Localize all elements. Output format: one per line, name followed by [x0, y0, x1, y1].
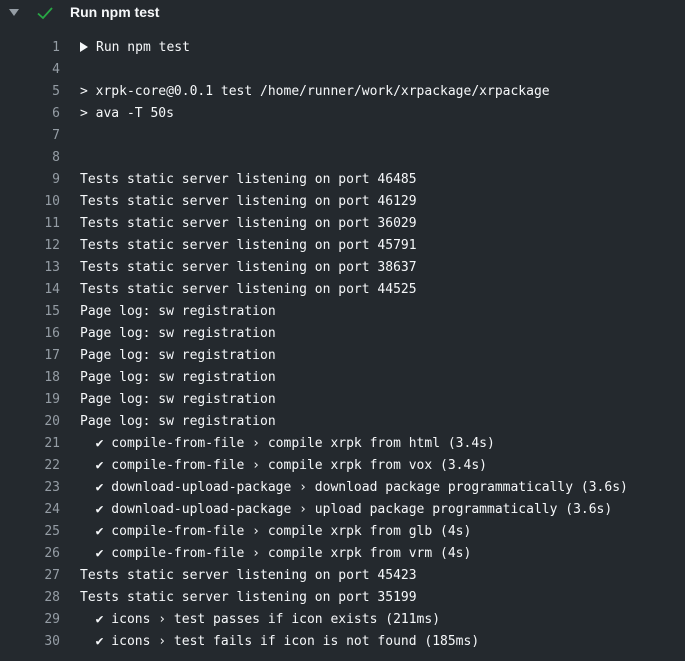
line-text: ✔ compile-from-file › compile xrpk from … [80, 458, 487, 473]
line-text: Page log: sw registration [80, 414, 276, 429]
log-line: 26 ✔ compile-from-file › compile xrpk fr… [0, 543, 685, 565]
log-line: 16 Page log: sw registration [0, 323, 685, 345]
log-line: 9 Tests static server listening on port 4… [0, 169, 685, 191]
line-number[interactable]: 28 [0, 587, 60, 609]
log-line: 5 > xrpk-core@0.0.1 test /home/runner/wor… [0, 81, 685, 103]
log-line: 6 > ava -T 50s [0, 103, 685, 125]
log-line: 25 ✔ compile-from-file › compile xrpk fr… [0, 521, 685, 543]
line-text: ✔ download-upload-package › download pac… [80, 480, 628, 495]
log-group-line[interactable]: 1 Run npm test [0, 37, 685, 59]
log-line: 7 [0, 125, 685, 147]
line-number[interactable]: 6 [0, 103, 60, 125]
log-line: 8 [0, 147, 685, 169]
line-text: ✔ icons › test fails if icon is not foun… [80, 634, 480, 649]
line-number[interactable]: 27 [0, 565, 60, 587]
line-text: Tests static server listening on port 46… [80, 194, 417, 209]
line-number[interactable]: 25 [0, 521, 60, 543]
line-text: Page log: sw registration [80, 304, 276, 319]
success-check-icon [37, 7, 53, 20]
line-text: ✔ compile-from-file › compile xrpk from … [80, 524, 472, 539]
log-line: 14 Tests static server listening on port … [0, 279, 685, 301]
line-number[interactable]: 19 [0, 389, 60, 411]
log-line: 22 ✔ compile-from-file › compile xrpk fr… [0, 455, 685, 477]
step-header[interactable]: Run npm test [0, 0, 685, 26]
line-number[interactable]: 13 [0, 257, 60, 279]
log-line: 15 Page log: sw registration [0, 301, 685, 323]
line-text: Tests static server listening on port 45… [80, 238, 417, 253]
line-text: Tests static server listening on port 46… [80, 172, 417, 187]
line-text: Page log: sw registration [80, 370, 276, 385]
log-line: 4 [0, 59, 685, 81]
log-line: 18 Page log: sw registration [0, 367, 685, 389]
expand-triangle-icon[interactable] [80, 42, 88, 52]
log-line: 20 Page log: sw registration [0, 411, 685, 433]
line-number[interactable]: 1 [0, 37, 60, 59]
log-line: 30 ✔ icons › test fails if icon is not f… [0, 631, 685, 653]
line-number[interactable]: 9 [0, 169, 60, 191]
log-line: 19 Page log: sw registration [0, 389, 685, 411]
line-number[interactable]: 24 [0, 499, 60, 521]
line-text: Page log: sw registration [80, 392, 276, 407]
line-number[interactable]: 15 [0, 301, 60, 323]
line-text: Page log: sw registration [80, 348, 276, 363]
line-number[interactable]: 10 [0, 191, 60, 213]
log-line: 28 Tests static server listening on port … [0, 587, 685, 609]
group-label[interactable]: Run npm test [96, 40, 190, 55]
line-text: ✔ compile-from-file › compile xrpk from … [80, 546, 472, 561]
line-text: Page log: sw registration [80, 326, 276, 341]
log-line: 10 Tests static server listening on port … [0, 191, 685, 213]
line-text: ✔ icons › test passes if icon exists (21… [80, 612, 441, 627]
collapse-caret-icon[interactable] [9, 9, 19, 16]
line-text: Tests static server listening on port 38… [80, 260, 417, 275]
line-text: Tests static server listening on port 44… [80, 282, 417, 297]
log-output: 1 Run npm test 4 5 > xrpk-core@0.0.1 test /h… [0, 37, 685, 653]
line-text: > ava -T 50s [80, 106, 174, 121]
line-number[interactable]: 5 [0, 81, 60, 103]
line-number[interactable]: 16 [0, 323, 60, 345]
line-text: ✔ compile-from-file › compile xrpk from … [80, 436, 495, 451]
log-line: 29 ✔ icons › test passes if icon exists … [0, 609, 685, 631]
log-line: 17 Page log: sw registration [0, 345, 685, 367]
log-line: 27 Tests static server listening on port … [0, 565, 685, 587]
line-text: Tests static server listening on port 35… [80, 590, 417, 605]
log-line: 13 Tests static server listening on port … [0, 257, 685, 279]
line-number[interactable]: 18 [0, 367, 60, 389]
line-text: Tests static server listening on port 45… [80, 568, 417, 583]
line-number[interactable]: 23 [0, 477, 60, 499]
log-line: 12 Tests static server listening on port … [0, 235, 685, 257]
line-number[interactable]: 14 [0, 279, 60, 301]
line-number[interactable]: 29 [0, 609, 60, 631]
line-number[interactable]: 8 [0, 147, 60, 169]
line-text: > xrpk-core@0.0.1 test /home/runner/work… [80, 84, 550, 99]
line-number[interactable]: 7 [0, 125, 60, 147]
line-text: Tests static server listening on port 36… [80, 216, 417, 231]
line-number[interactable]: 17 [0, 345, 60, 367]
log-line: 11 Tests static server listening on port … [0, 213, 685, 235]
step-title[interactable]: Run npm test [70, 4, 159, 20]
line-number[interactable]: 21 [0, 433, 60, 455]
line-number[interactable]: 30 [0, 631, 60, 653]
line-text: ✔ download-upload-package › upload packa… [80, 502, 613, 517]
line-text: Run npm test [80, 37, 190, 59]
line-number[interactable]: 26 [0, 543, 60, 565]
line-number[interactable]: 12 [0, 235, 60, 257]
line-number[interactable]: 11 [0, 213, 60, 235]
line-number[interactable]: 4 [0, 59, 60, 81]
line-number[interactable]: 20 [0, 411, 60, 433]
log-line: 21 ✔ compile-from-file › compile xrpk fr… [0, 433, 685, 455]
line-number[interactable]: 22 [0, 455, 60, 477]
log-line: 24 ✔ download-upload-package › upload pa… [0, 499, 685, 521]
log-line: 23 ✔ download-upload-package › download … [0, 477, 685, 499]
